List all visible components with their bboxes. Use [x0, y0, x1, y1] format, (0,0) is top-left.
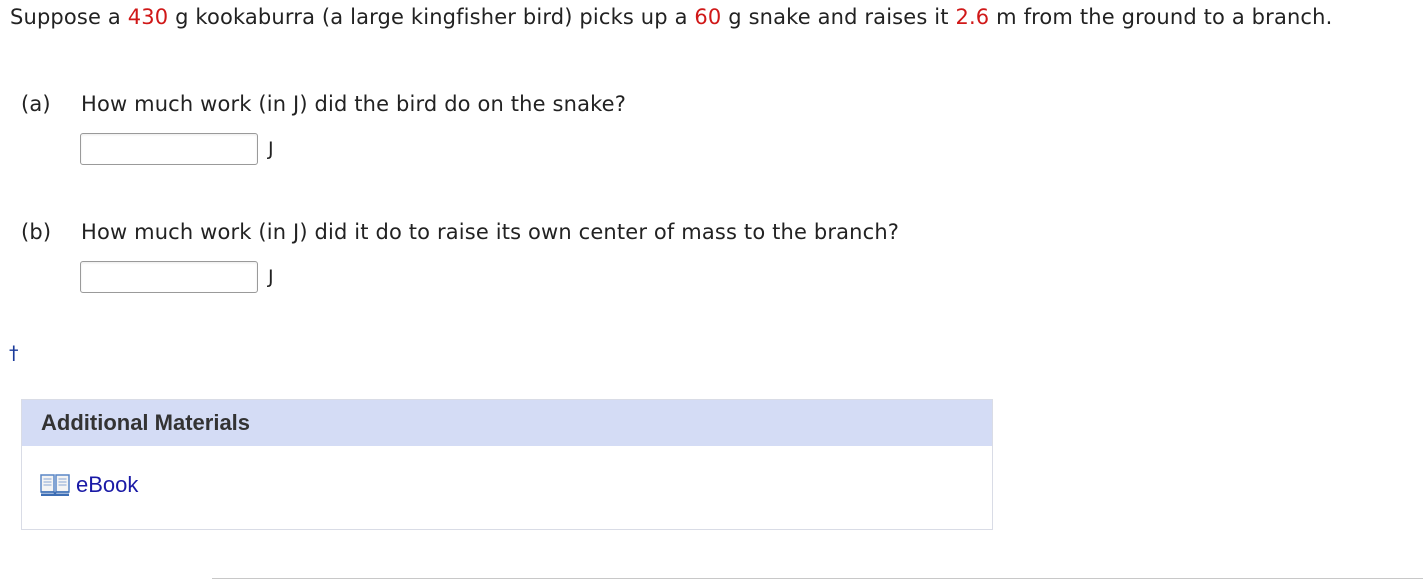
book-icon [40, 472, 70, 498]
bottom-divider [212, 578, 1423, 579]
part-a-answer-input[interactable] [80, 133, 258, 165]
snake-mass-value: 60 [694, 5, 722, 29]
part-b-answer-input[interactable] [80, 261, 258, 293]
part-b-unit: J [268, 266, 274, 288]
problem-text: Suppose a [10, 5, 128, 29]
additional-materials-panel: Additional Materials eBook [21, 399, 993, 530]
part-b-question-text: How much work (in J) did it do to raise … [81, 220, 900, 244]
problem-text: g kookaburra (a large kingfisher bird) p… [168, 5, 695, 29]
additional-materials-title: Additional Materials [22, 400, 992, 446]
problem-text: g snake and raises it [721, 5, 956, 29]
part-a-question: (a) How much work (in J) did the bird do … [21, 89, 626, 119]
problem-statement: Suppose a 430 g kookaburra (a large king… [10, 1, 1410, 33]
part-b-answer-row: J [80, 259, 274, 295]
part-a-question-text: How much work (in J) did the bird do on … [81, 92, 627, 116]
part-a-unit: J [268, 138, 274, 160]
ebook-link[interactable]: eBook [40, 472, 138, 498]
height-value: 2.6 [955, 5, 990, 29]
part-b-label: (b) [21, 220, 52, 244]
footnote-dagger: † [9, 342, 19, 364]
bird-mass-value: 430 [127, 5, 169, 29]
problem-text: m from the ground to a branch. [989, 5, 1333, 29]
part-a-answer-row: J [80, 131, 274, 167]
ebook-link-label: eBook [76, 472, 139, 497]
part-a-label: (a) [21, 92, 51, 116]
part-b-question: (b) How much work (in J) did it do to rai… [21, 217, 899, 247]
